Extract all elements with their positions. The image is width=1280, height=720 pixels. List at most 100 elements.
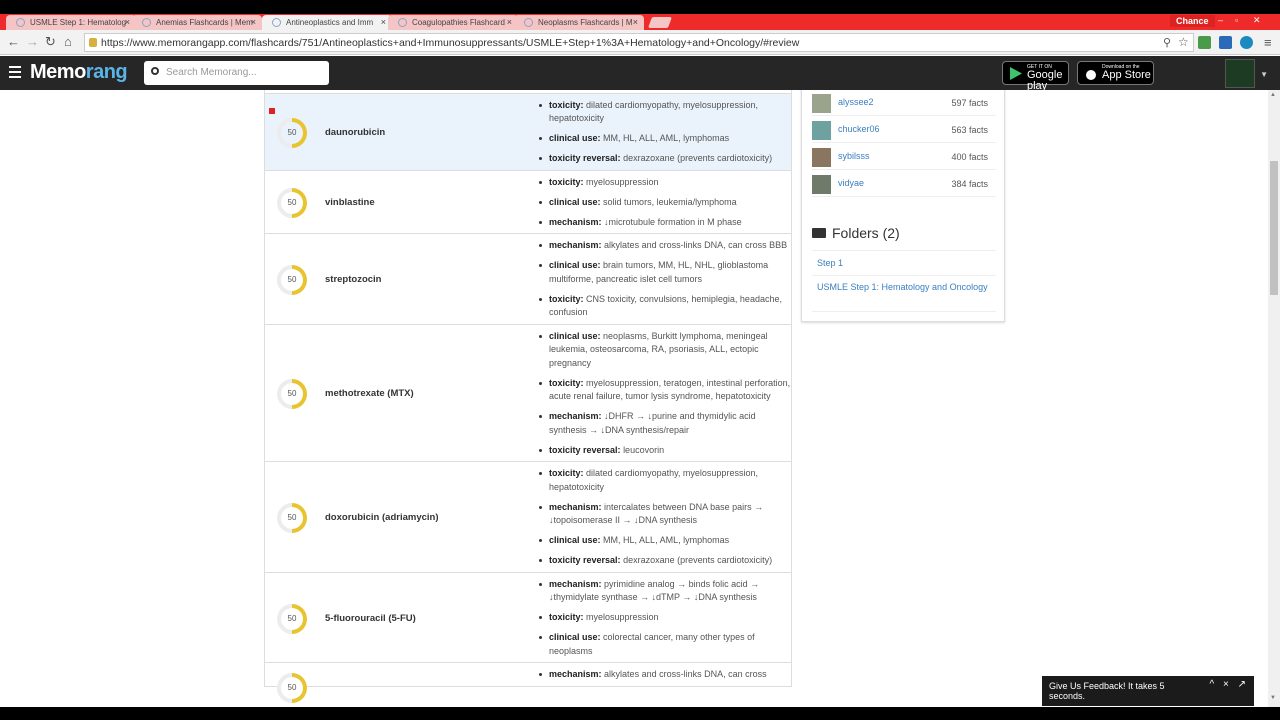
maximize-icon[interactable]: ▫ [1235, 15, 1238, 25]
google-play-button[interactable]: GET IT ON Google play [1002, 61, 1069, 92]
browser-tab-1[interactable]: USMLE Step 1: Hematolog × [6, 15, 136, 30]
home-icon[interactable]: ⌂ [64, 34, 72, 49]
fact-text: leucovorin [623, 444, 665, 455]
fact-text: MM, HL, ALL, AML, lymphomas [603, 133, 730, 143]
scrollbar-thumb[interactable] [1270, 161, 1278, 295]
contributor-row[interactable]: sybilsss 400 facts [812, 144, 996, 170]
forward-icon[interactable]: → [26, 34, 39, 49]
browser-tab-2[interactable]: Anemias Flashcards | Mem × [132, 15, 262, 30]
tab-close-icon[interactable]: × [251, 17, 256, 27]
contributor-row[interactable]: vidyae 384 facts [812, 171, 996, 197]
bookmark-star-icon[interactable]: ☆ [1178, 35, 1189, 49]
feedback-widget[interactable]: Give Us Feedback! It takes 5 seconds. ^ … [1042, 676, 1254, 706]
contributor-fact-count: 384 facts [951, 179, 988, 189]
folder-link-hematology-oncology[interactable]: USMLE Step 1: Hematology and Oncology [812, 275, 996, 312]
feedback-text[interactable]: Give Us Feedback! It takes 5 seconds. [1049, 681, 1165, 701]
search-input[interactable]: Search Memorang... [144, 61, 329, 85]
chevron-down-icon[interactable]: ▼ [1260, 70, 1268, 79]
google-play-label: Google play [1027, 69, 1063, 92]
hamburger-menu-icon[interactable] [9, 66, 21, 81]
tab-favicon-icon [398, 18, 407, 27]
mastery-progress-ring: 50 [277, 503, 307, 533]
tab-close-icon[interactable]: × [633, 17, 638, 27]
fact-item: clinical use: MM, HL, ALL, AML, lymphoma… [539, 534, 791, 548]
card-term[interactable]: streptozocin [325, 274, 381, 285]
tab-close-icon[interactable]: × [381, 17, 386, 27]
url-text: https://www.memorangapp.com/flashcards/7… [101, 37, 800, 49]
tab-strip: USMLE Step 1: Hematolog × Anemias Flashc… [0, 14, 1280, 30]
card-term[interactable]: 5-fluorouracil (5-FU) [325, 613, 416, 624]
mastery-score: 50 [287, 513, 297, 522]
feedback-close-icon[interactable]: × [1223, 679, 1229, 690]
tab-close-icon[interactable]: × [125, 17, 130, 27]
browser-tab-4[interactable]: Coagulopathies Flashcard × [388, 15, 518, 30]
fact-label: toxicity: [549, 293, 584, 304]
close-window-icon[interactable]: ✕ [1253, 15, 1261, 26]
page-scrollbar[interactable]: ▲ ▼ [1268, 90, 1280, 720]
card-term[interactable]: methotrexate (MTX) [325, 388, 414, 399]
folders-title: Folders (2) [832, 225, 900, 241]
flag-icon[interactable] [269, 107, 275, 114]
flashcard-row[interactable]: toxicity: myelosuppression clinical use: … [265, 171, 791, 234]
fact-item: clinical use: solid tumors, leukemia/lym… [539, 196, 791, 210]
user-avatar[interactable]: ▼ [1225, 59, 1268, 88]
fact-text: solid tumors, leukemia/lymphoma [603, 196, 737, 207]
logo-text: Memo [30, 61, 86, 83]
fact-item: mechanism: ↓DHFR → ↓purine and thymidyli… [539, 410, 791, 437]
fact-label: clinical use: [549, 632, 601, 642]
extension-icon[interactable] [1240, 36, 1253, 49]
fact-item: clinical use: brain tumors, MM, HL, NHL,… [539, 259, 791, 286]
extension-icon[interactable] [1219, 36, 1232, 49]
card-term[interactable]: doxorubicin (adriamycin) [325, 512, 439, 523]
contributor-name[interactable]: chucker06 [838, 124, 880, 134]
scroll-up-icon[interactable]: ▲ [1270, 92, 1276, 98]
back-icon[interactable]: ← [7, 34, 20, 49]
card-term[interactable]: daunorubicin [325, 127, 385, 138]
card-term[interactable]: vinblastine [325, 197, 375, 208]
contributor-name[interactable]: sybilsss [838, 151, 870, 161]
memorang-logo[interactable]: Memorang [30, 61, 128, 84]
url-field[interactable]: https://www.memorangapp.com/flashcards/7… [84, 33, 1194, 52]
menu-icon[interactable]: ≡ [1264, 35, 1272, 50]
scroll-down-icon[interactable]: ▼ [1270, 695, 1276, 701]
folder-link-step1[interactable]: Step 1 [812, 250, 996, 275]
contributor-row[interactable]: chucker06 563 facts [812, 117, 996, 143]
contributor-fact-count: 400 facts [951, 152, 988, 162]
contributor-name[interactable]: vidyae [838, 178, 864, 188]
fact-label: mechanism: [549, 411, 602, 421]
address-toolbar: ← → ↻ ⌂ https://www.memorangapp.com/flas… [0, 30, 1280, 55]
contributor-name[interactable]: alyssee2 [838, 97, 874, 107]
browser-user-badge[interactable]: Chance [1170, 15, 1215, 27]
fact-item: mechanism: alkylates and cross-links DNA… [539, 668, 791, 682]
minimize-icon[interactable]: – [1218, 15, 1223, 25]
browser-tab-3-active[interactable]: Antineoplastics and Imm × [262, 15, 392, 30]
flashcard-row[interactable]: toxicity: dilated cardiomyopathy, myelos… [265, 462, 791, 573]
main-content: clinical use: breast cancer in the proph… [0, 90, 1268, 720]
apple-icon [1086, 70, 1096, 80]
fact-label: clinical use: [549, 535, 601, 545]
feedback-popout-icon[interactable]: ↗ [1238, 679, 1246, 690]
tab-close-icon[interactable]: × [507, 17, 512, 27]
flashcard-row[interactable]: clinical use: neoplasms, Burkitt lymphom… [265, 325, 791, 462]
contributor-fact-count: 597 facts [951, 98, 988, 108]
tab-label: Coagulopathies Flashcard [412, 18, 505, 27]
flashcard-row[interactable]: mechanism: pyrimidine analog → binds fol… [265, 573, 791, 663]
new-tab-button[interactable] [647, 17, 673, 28]
app-store-button[interactable]: Download on the App Store [1077, 61, 1154, 85]
key-icon[interactable]: ⚲ [1163, 36, 1171, 49]
feedback-expand-icon[interactable]: ^ [1210, 679, 1215, 690]
flashcard-row[interactable]: mechanism: alkylates and cross-links DNA… [265, 234, 791, 325]
flashcard-row[interactable]: mechanism: alkylates and cross-links DNA… [265, 663, 791, 703]
mastery-progress-ring: 50 [277, 603, 307, 634]
mastery-score: 50 [287, 613, 297, 623]
fact-text: MM, HL, ALL, AML, lymphomas [603, 535, 730, 545]
browser-tab-5[interactable]: Neoplasms Flashcards | M × [514, 15, 644, 30]
reload-icon[interactable]: ↻ [45, 34, 56, 50]
contributor-row[interactable]: alyssee2 597 facts [812, 90, 996, 116]
flashcard-row[interactable]: toxicity: dilated cardiomyopathy, myelos… [265, 93, 791, 171]
extension-icon[interactable] [1198, 36, 1211, 49]
folder-open-icon [812, 228, 826, 238]
search-placeholder: Search Memorang... [166, 67, 257, 78]
google-play-icon [1010, 67, 1022, 80]
fact-text: alkylates and cross-links DNA, can cross… [604, 240, 788, 250]
